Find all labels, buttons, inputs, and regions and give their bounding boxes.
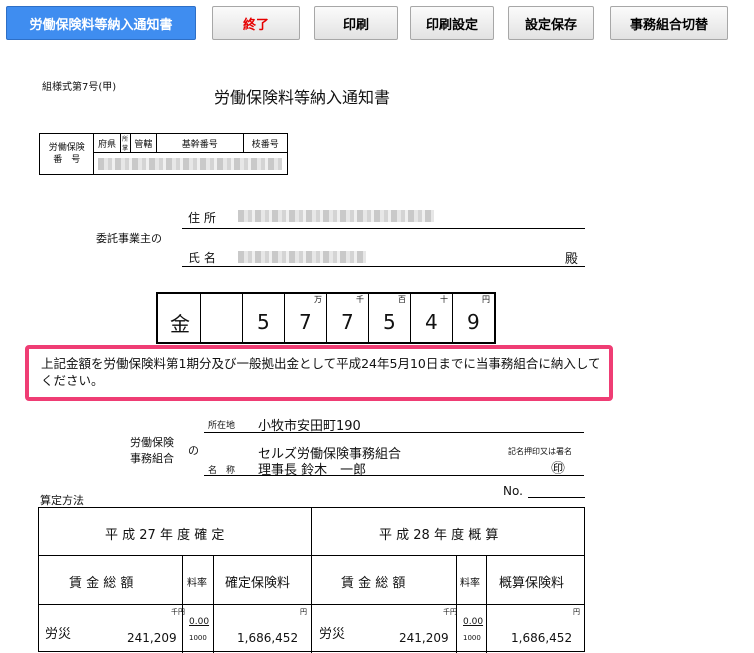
base-number-header: 基幹番号 (155, 133, 244, 153)
amount-cell-divider (452, 294, 453, 342)
no-label: No. (503, 484, 523, 498)
calc-divider-v (486, 555, 487, 653)
unit-sen: 千 (356, 295, 364, 304)
calc-right-rate-denominator: 1000 (463, 634, 481, 642)
union-no-particle: の (188, 444, 199, 457)
form-title: 労働保険料等納入通知書 (214, 88, 391, 107)
calc-divider-v (182, 555, 183, 653)
calc-right-rate-header: 料率 (460, 578, 480, 589)
calc-left-row-label: 労災 (45, 627, 72, 642)
amount-digit: 9 (467, 310, 480, 334)
calc-left-header: 平 成 27 年 度 確 定 (105, 528, 225, 543)
calc-left-wages: 241,209 (127, 631, 177, 645)
amount-digit: 4 (425, 310, 438, 334)
print-button[interactable]: 印刷 (314, 6, 398, 40)
seal-note: 記名押印又は署名 (508, 447, 572, 456)
unit-juu: 十 (440, 295, 448, 304)
form-number: 組様式第7号(甲) (42, 82, 117, 93)
calc-left-rate-header: 料率 (187, 578, 207, 589)
calc-right-header: 平 成 28 年 度 概 算 (379, 528, 499, 543)
calc-right-premium: 1,686,452 (511, 631, 573, 645)
amount-prefix: 金 (170, 312, 190, 336)
calc-divider-v (456, 555, 457, 653)
insurance-number-table: 労働保険 番 号 府県 所掌 管轄 基幹番号 枝番号 (38, 133, 289, 175)
redacted-insurance-number (98, 158, 283, 170)
unit-hyaku: 百 (398, 295, 406, 304)
name-label: 氏 名 (188, 251, 216, 265)
calc-right-premium-unit: 円 (573, 608, 580, 616)
exit-button[interactable]: 終了 (212, 6, 300, 40)
calc-estimated-header: 概算保険料 (499, 576, 565, 591)
save-settings-button[interactable]: 設定保存 (508, 6, 594, 40)
calc-divider-v (213, 555, 214, 653)
no-underline (528, 497, 585, 498)
notice-form: 組様式第7号(甲) 労働保険料等納入通知書 労働保険 番 号 府県 所掌 管轄 … (0, 52, 754, 653)
amount-digit: 7 (341, 310, 354, 334)
address-label: 住 所 (188, 211, 216, 225)
union-label-line2: 事務組合 (130, 452, 174, 465)
calc-left-rate-numerator: 0.00 (189, 617, 210, 627)
jurisdiction-header: 管轄 (129, 133, 157, 153)
calc-table: 平 成 27 年 度 確 定 平 成 28 年 度 概 算 賃 金 総 額 料率… (38, 507, 585, 653)
calc-left-rate-denominator: 1000 (189, 634, 207, 642)
calc-right-wages: 241,209 (399, 631, 449, 645)
amount-cell-divider (326, 294, 327, 342)
calc-confirmed-header: 確定保険料 (225, 576, 291, 591)
union-address-underline (204, 432, 584, 433)
amount-cell-divider (410, 294, 411, 342)
calc-right-wages-header: 賃 金 総 額 (341, 576, 406, 591)
amount-cell-divider (242, 294, 243, 342)
union-label-line1: 労働保険 (130, 436, 174, 449)
amount-cell-divider (200, 294, 201, 342)
redacted-address (238, 210, 434, 222)
jurisdiction-type-header: 所掌 (119, 133, 131, 153)
redacted-name (238, 251, 366, 263)
consignor-label: 委託事業主の (96, 232, 162, 245)
toolbar: 労働保険料等納入通知書 終了 印刷 印刷設定 設定保存 事務組合切替 (0, 0, 754, 52)
calc-right-row-label: 労災 (319, 627, 346, 642)
insurance-number-label: 労働保険 番 号 (38, 133, 95, 175)
calc-right-wages-unit: 千円 (443, 608, 457, 616)
amount-digit: 7 (299, 310, 312, 334)
calc-divider-mid (311, 508, 312, 653)
insurance-number-value (93, 152, 288, 175)
calc-method-label: 算定方法 (40, 494, 84, 507)
notice-text: 上記金額を労働保険料第1期分及び一般拠出金として平成24年5月10日までに当事務… (41, 356, 601, 388)
calc-left-wages-header: 賃 金 総 額 (69, 576, 134, 591)
notice-callout: 上記金額を労働保険料第1期分及び一般拠出金として平成24年5月10日までに当事務… (25, 345, 613, 401)
calc-left-wages-unit: 千円 (171, 608, 185, 616)
calc-left-premium-unit: 円 (300, 608, 307, 616)
branch-number-header: 枝番号 (242, 133, 289, 153)
union-address-label: 所在地 (208, 421, 236, 431)
name-underline (182, 266, 585, 267)
prefecture-header: 府県 (93, 133, 121, 153)
unit-man: 万 (314, 295, 322, 304)
address-underline (182, 228, 585, 229)
unit-en: 円 (482, 295, 490, 304)
print-settings-button[interactable]: 印刷設定 (410, 6, 494, 40)
calc-left-premium: 1,686,452 (237, 631, 299, 645)
amount-box: 金 万 千 百 十 円 5 7 7 5 4 9 (156, 292, 496, 344)
switch-union-button[interactable]: 事務組合切替 (610, 6, 728, 40)
amount-digit: 5 (383, 310, 396, 334)
notice-tab-button[interactable]: 労働保険料等納入通知書 (6, 6, 196, 40)
amount-cell-divider (368, 294, 369, 342)
amount-cell-divider (284, 294, 285, 342)
amount-digit: 5 (257, 310, 270, 334)
union-name-underline (204, 475, 584, 476)
honorific: 殿 (565, 252, 579, 267)
calc-right-rate-numerator: 0.00 (463, 617, 484, 627)
